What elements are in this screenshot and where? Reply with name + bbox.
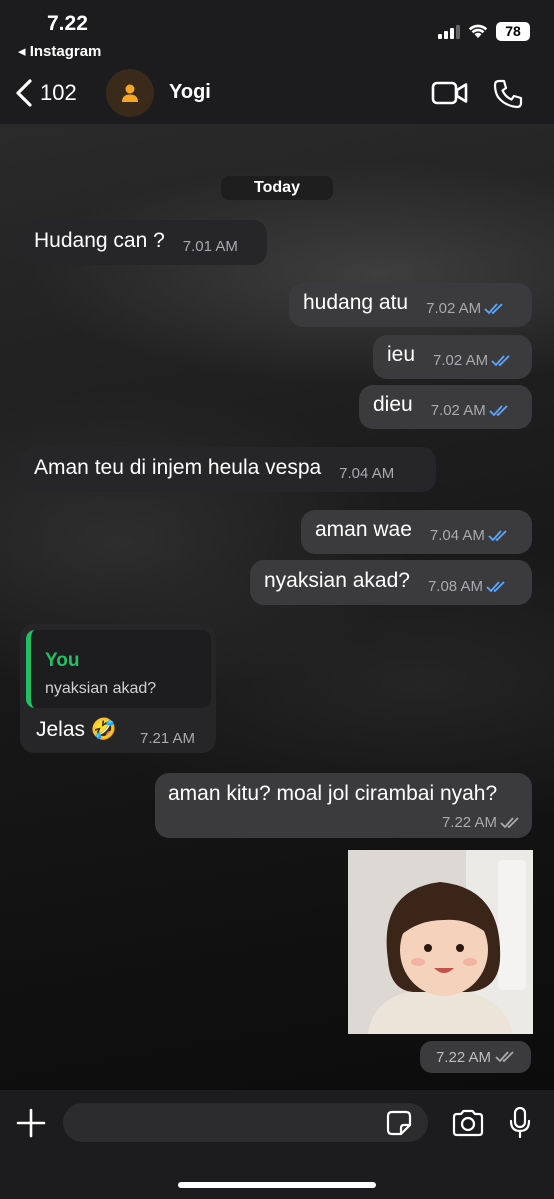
sticker-button[interactable]: [386, 1110, 412, 1141]
signal-icon: [438, 24, 460, 39]
status-time: 7.22: [47, 12, 88, 35]
quoted-message[interactable]: You nyaksian akad?: [26, 630, 211, 708]
message-text: Aman teu di injem heula vespa: [34, 456, 322, 479]
date-separator: Today: [221, 176, 333, 200]
message-bubble-incoming[interactable]: Aman teu di injem heula vespa 7.04 AM: [20, 447, 436, 492]
person-icon: [122, 84, 138, 102]
message-bubble-outgoing[interactable]: dieu 7.02 AM: [359, 385, 532, 429]
message-bubble-reply[interactable]: You nyaksian akad? Jelas 🤣 7.21 AM: [20, 624, 216, 753]
contact-name[interactable]: Yogi: [169, 81, 211, 104]
sticker-time: 7.22 AM: [420, 1041, 531, 1073]
double-check-icon: [486, 580, 505, 592]
video-icon: [431, 81, 468, 105]
status-icons: 78: [438, 22, 530, 41]
contact-avatar[interactable]: [106, 69, 154, 117]
double-check-icon: [500, 816, 519, 828]
sticker-child-picture: [348, 850, 533, 1034]
message-bubble-outgoing[interactable]: ieu 7.02 AM: [373, 335, 532, 379]
voice-record-button[interactable]: [508, 1106, 532, 1145]
message-time: 7.08 AM: [428, 578, 506, 605]
chat-header: 7.22 ◂ Instagram 78 102 Yogi: [0, 0, 554, 124]
message-text: aman kitu? moal jol cirambai nyah?: [168, 782, 498, 805]
double-check-icon: [489, 404, 508, 416]
message-text: ieu: [387, 343, 416, 366]
message-time: 7.01 AM: [182, 238, 238, 255]
message-time: 7.02 AM: [433, 352, 511, 379]
message-text: Jelas 🤣: [36, 718, 118, 741]
back-to-app-link[interactable]: ◂ Instagram: [18, 42, 101, 60]
message-text: aman wae: [315, 518, 412, 541]
message-input[interactable]: [63, 1103, 428, 1142]
home-indicator[interactable]: [178, 1182, 376, 1188]
phone-icon: [493, 79, 523, 109]
message-time: 7.22 AM: [442, 814, 520, 831]
back-button[interactable]: 102: [14, 78, 77, 108]
video-call-button[interactable]: [431, 80, 469, 111]
message-text: hudang atu: [303, 291, 409, 314]
message-text: Hudang can ?: [34, 229, 165, 252]
battery-indicator: 78: [496, 22, 530, 41]
message-time: 7.04 AM: [430, 527, 508, 554]
quoted-sender: You: [45, 650, 80, 671]
sticker-image[interactable]: [348, 850, 533, 1034]
message-time: 7.02 AM: [426, 300, 504, 327]
chat-area[interactable]: Today Hudang can ? 7.01 AM hudang atu 7.…: [0, 124, 554, 1090]
mic-icon: [509, 1106, 531, 1139]
message-text: nyaksian akad?: [264, 569, 410, 592]
sticker-icon: [386, 1110, 412, 1136]
message-bubble-incoming[interactable]: Hudang can ? 7.01 AM: [20, 220, 267, 265]
double-check-icon: [491, 354, 510, 366]
voice-call-button[interactable]: [492, 78, 524, 115]
message-bubble-outgoing[interactable]: hudang atu 7.02 AM: [289, 283, 532, 327]
camera-button[interactable]: [451, 1109, 485, 1142]
camera-icon: [452, 1109, 484, 1137]
attach-button[interactable]: [16, 1108, 46, 1143]
composer-bar: [0, 1090, 554, 1199]
plus-icon: [16, 1108, 46, 1138]
unread-count: 102: [40, 80, 77, 105]
message-time: 7.21 AM: [140, 730, 196, 747]
wifi-icon: [468, 24, 488, 38]
back-chevron-icon: [16, 79, 32, 107]
message-time: 7.02 AM: [431, 402, 509, 429]
double-check-icon: [484, 302, 503, 314]
message-bubble-outgoing[interactable]: aman wae 7.04 AM: [301, 510, 532, 554]
quoted-text: nyaksian akad?: [45, 680, 157, 697]
message-text: dieu: [373, 393, 413, 416]
message-bubble-outgoing[interactable]: nyaksian akad? 7.08 AM: [250, 560, 532, 605]
message-bubble-outgoing[interactable]: aman kitu? moal jol cirambai nyah? 7.22 …: [155, 773, 532, 838]
double-check-icon: [488, 529, 507, 541]
double-check-icon: [495, 1051, 514, 1063]
message-time: 7.04 AM: [339, 465, 395, 482]
